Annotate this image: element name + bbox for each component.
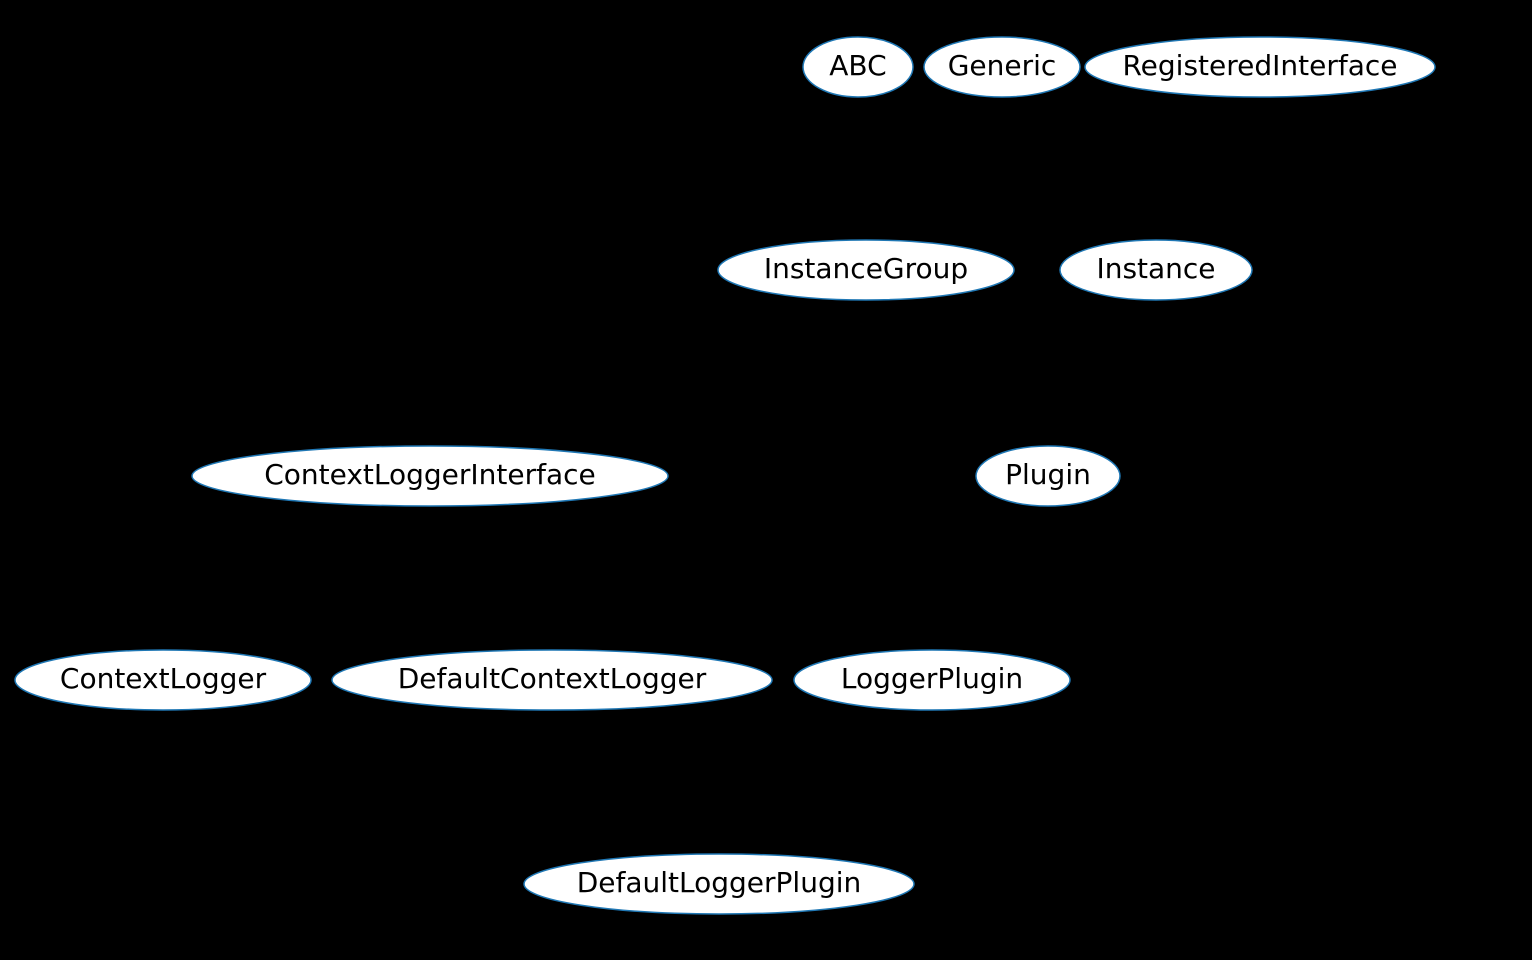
node-instance-label: Instance bbox=[1096, 252, 1215, 285]
node-registered-interface: RegisteredInterface bbox=[1085, 37, 1435, 97]
node-abc: ABC bbox=[803, 37, 913, 97]
node-default-logger-plugin: DefaultLoggerPlugin bbox=[524, 854, 914, 914]
class-hierarchy-diagram: ABC Generic RegisteredInterface Instance… bbox=[0, 0, 1532, 960]
node-context-logger-interface: ContextLoggerInterface bbox=[192, 446, 668, 506]
node-instance-group: InstanceGroup bbox=[718, 240, 1014, 300]
node-abc-label: ABC bbox=[829, 49, 886, 82]
node-plugin: Plugin bbox=[976, 446, 1120, 506]
node-default-context-logger-label: DefaultContextLogger bbox=[398, 662, 707, 695]
node-default-logger-plugin-label: DefaultLoggerPlugin bbox=[577, 866, 862, 899]
node-context-logger: ContextLogger bbox=[15, 650, 311, 710]
node-default-context-logger: DefaultContextLogger bbox=[332, 650, 772, 710]
node-generic-label: Generic bbox=[948, 49, 1057, 82]
node-plugin-label: Plugin bbox=[1005, 458, 1091, 491]
node-generic: Generic bbox=[924, 37, 1080, 97]
node-registered-interface-label: RegisteredInterface bbox=[1122, 49, 1397, 82]
node-context-logger-interface-label: ContextLoggerInterface bbox=[264, 458, 596, 491]
node-instance-group-label: InstanceGroup bbox=[764, 252, 968, 285]
node-logger-plugin: LoggerPlugin bbox=[794, 650, 1070, 710]
node-logger-plugin-label: LoggerPlugin bbox=[841, 662, 1023, 695]
node-context-logger-label: ContextLogger bbox=[60, 662, 267, 695]
node-instance: Instance bbox=[1060, 240, 1252, 300]
